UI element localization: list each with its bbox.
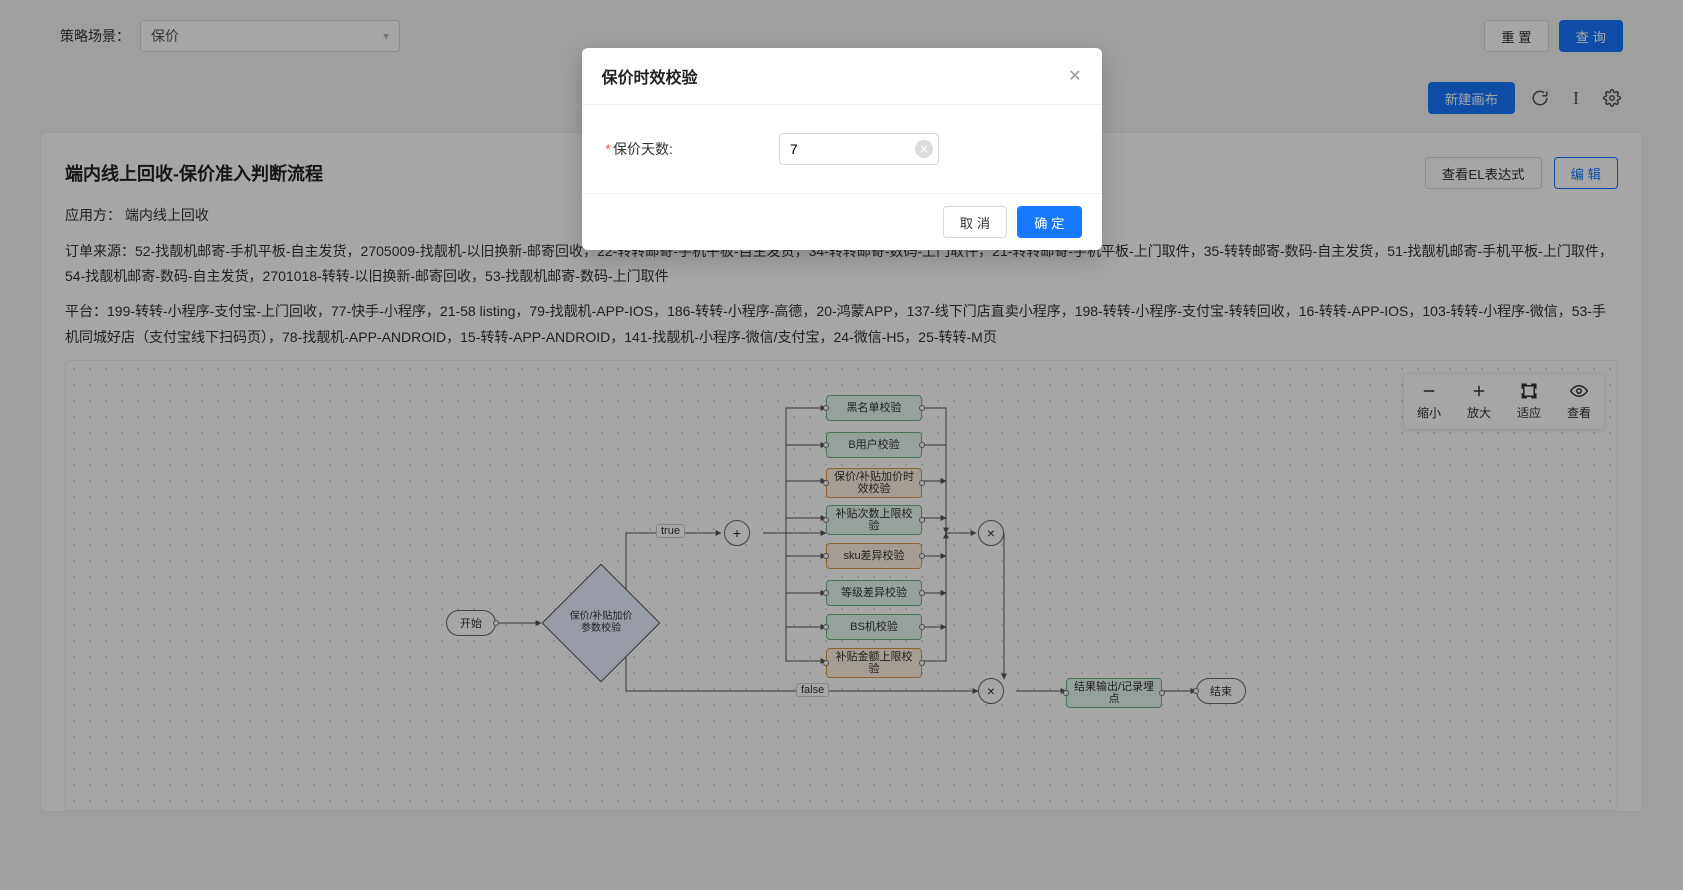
close-icon[interactable]: ✕ [1068, 66, 1081, 86]
field-label: 保价天数: [613, 139, 673, 159]
clear-icon[interactable]: ✕ [915, 140, 933, 158]
cancel-button[interactable]: 取 消 [943, 206, 1007, 238]
modal-title: 保价时效校验 [602, 64, 698, 88]
ok-button[interactable]: 确 定 [1017, 206, 1081, 238]
required-marker: * [606, 141, 611, 157]
modal: 保价时效校验 ✕ * 保价天数: ✕ 取 消 确 定 [582, 48, 1102, 250]
